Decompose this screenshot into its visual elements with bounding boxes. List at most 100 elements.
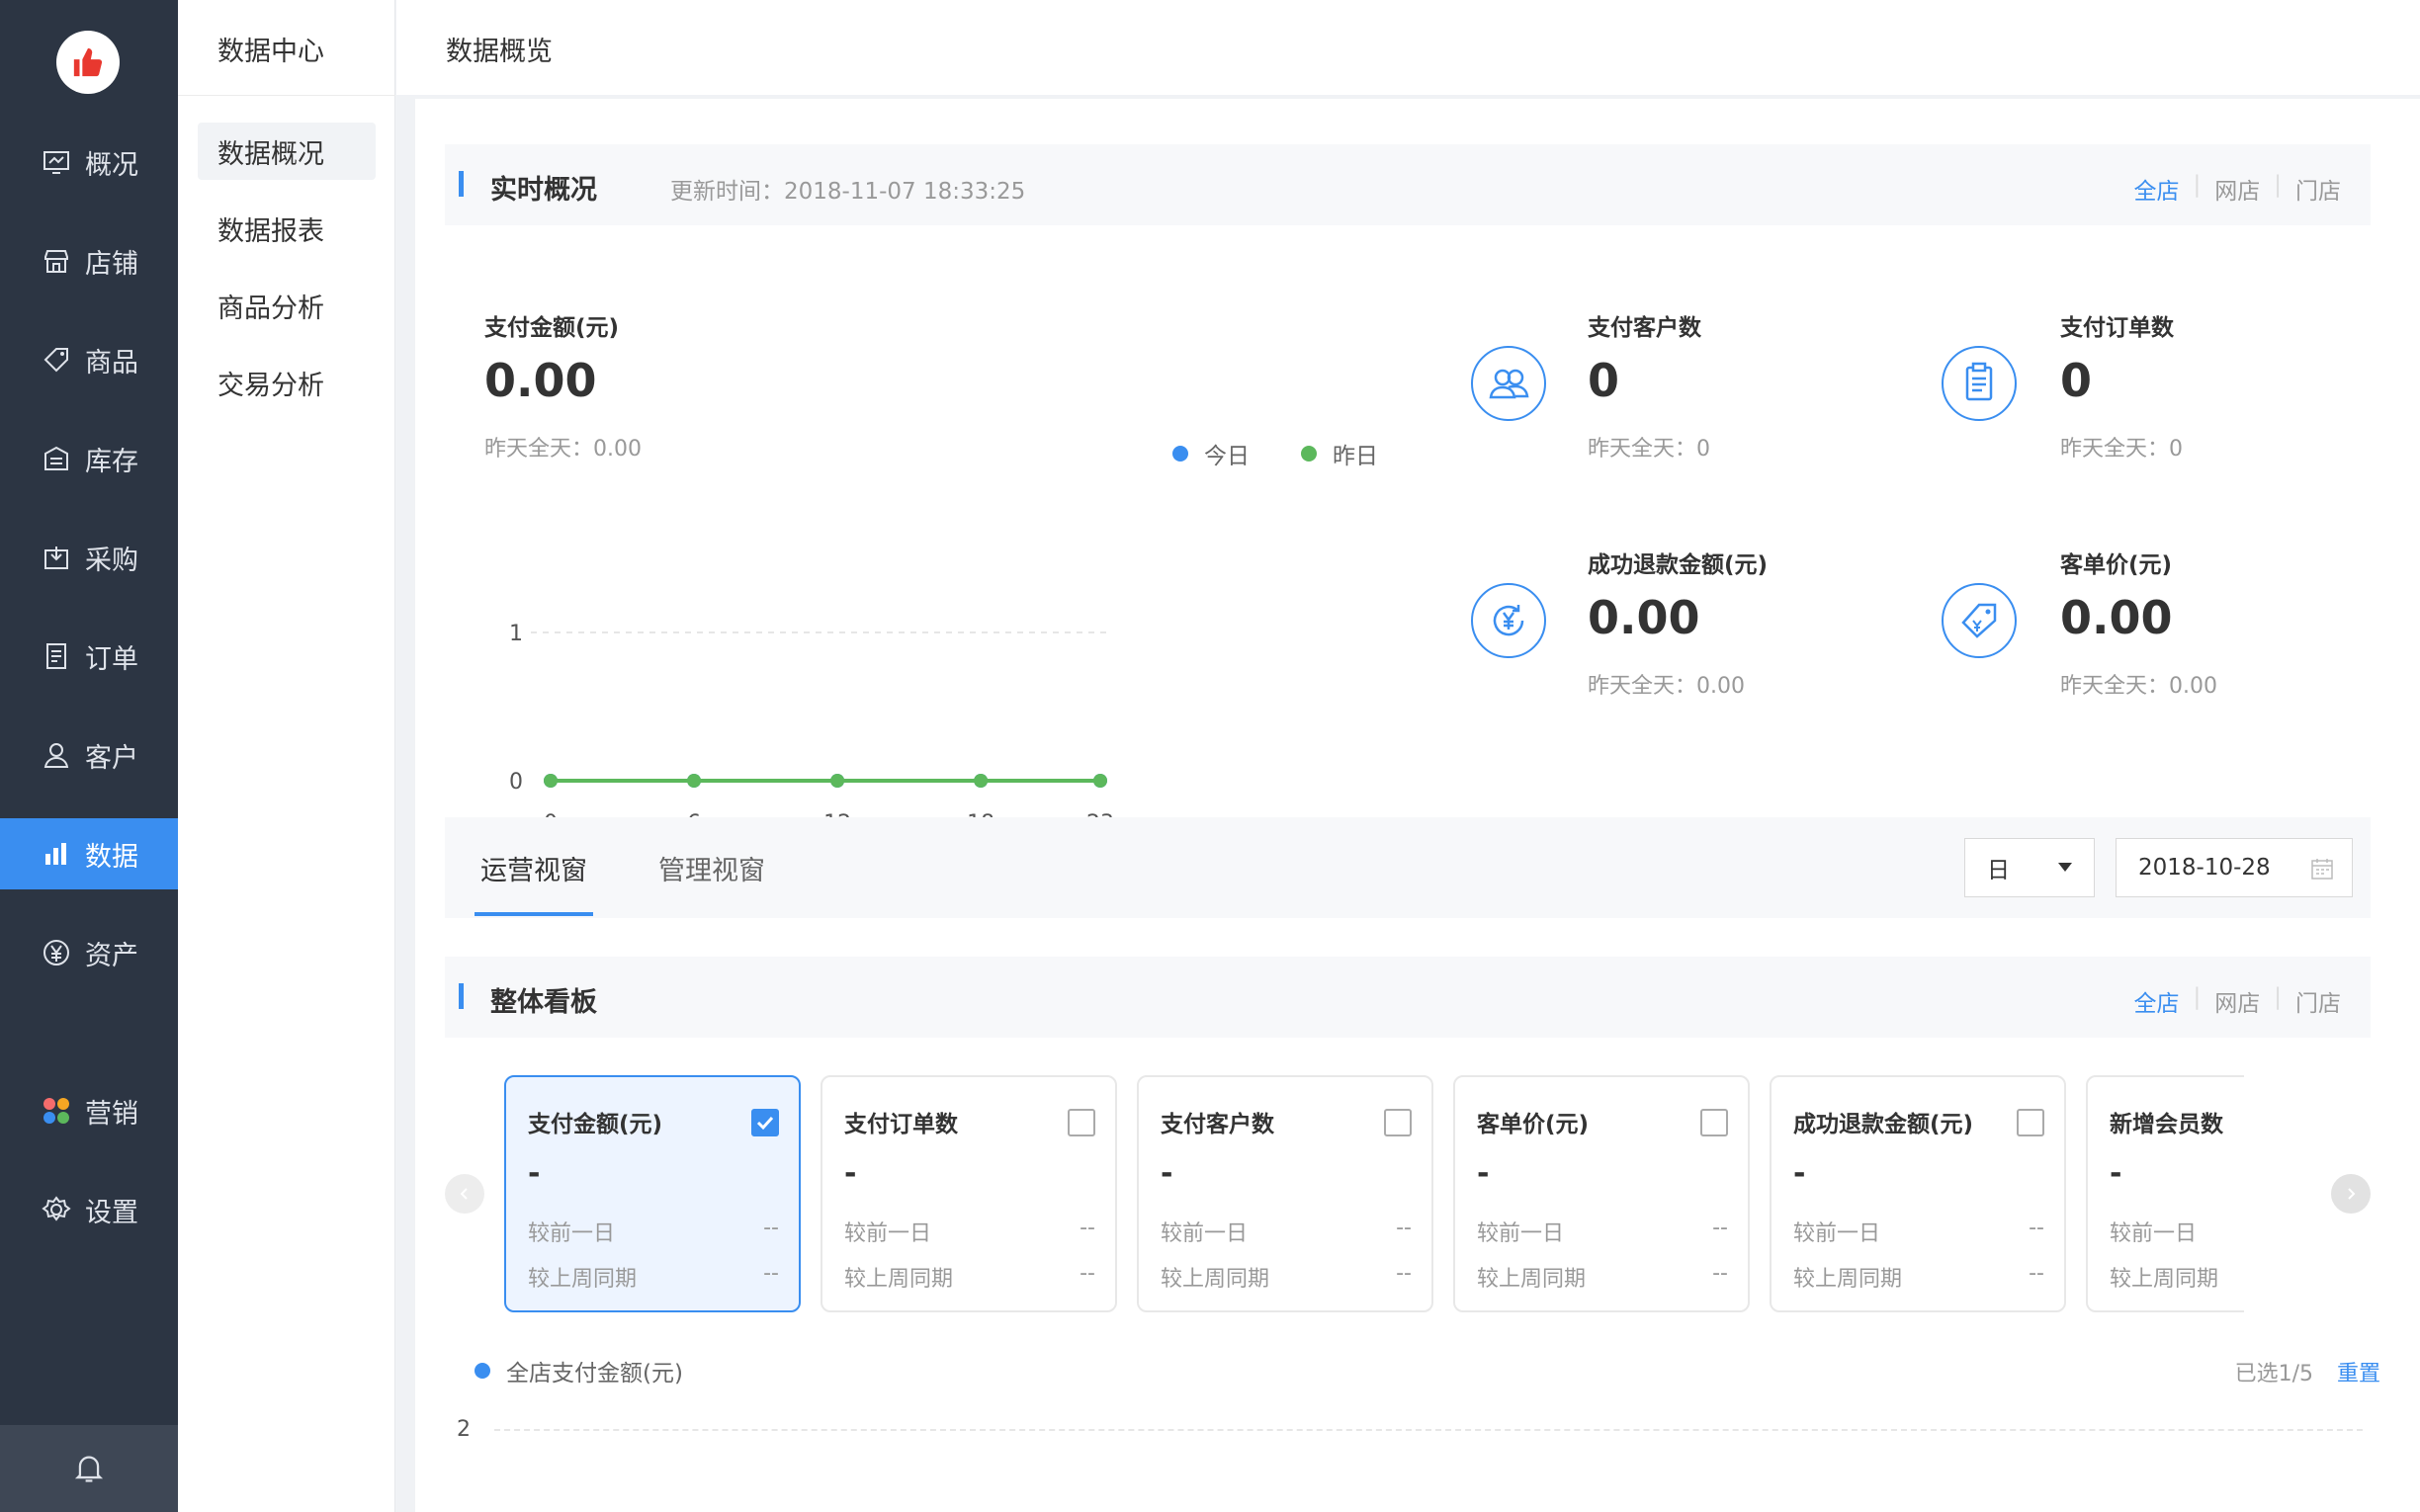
card-compare-label: 较上周同期 xyxy=(2110,1267,2219,1292)
sidebar-item-label: 客户 xyxy=(85,742,138,774)
card-checkbox[interactable] xyxy=(1700,1109,1728,1136)
card-compare-value: -- xyxy=(1396,1216,1412,1240)
metric-card[interactable]: 客单价(元) - 较前一日 -- 较上周同期 -- xyxy=(1453,1075,1750,1312)
dashboard-icon xyxy=(43,151,69,174)
legend-dot xyxy=(475,1363,490,1379)
metric-card[interactable]: 成功退款金额(元) - 较前一日 -- 较上周同期 -- xyxy=(1770,1075,2066,1312)
notification-button[interactable] xyxy=(0,1425,178,1512)
card-label: 客单价(元) xyxy=(1477,1112,1590,1137)
subnav-item-goods-analysis[interactable]: 商品分析 xyxy=(198,277,376,334)
page-title: 数据概览 xyxy=(446,37,553,67)
card-checkbox[interactable] xyxy=(1068,1109,1095,1136)
metric-card[interactable]: 支付客户数 - 较前一日 -- 较上周同期 -- xyxy=(1137,1075,1433,1312)
card-value: - xyxy=(844,1156,857,1191)
metric-card[interactable]: 支付金额(元) - 较前一日 -- 较上周同期 -- xyxy=(504,1075,801,1312)
check-icon xyxy=(756,1116,774,1131)
card-label: 成功退款金额(元) xyxy=(1793,1112,1974,1137)
sidebar-item-data[interactable]: 数据 xyxy=(0,818,178,889)
subnav-item-data-report[interactable]: 数据报表 xyxy=(198,200,376,257)
sidebar-item-assets[interactable]: 资产 xyxy=(0,917,178,988)
sidebar-item-purchase[interactable]: 采购 xyxy=(0,522,178,593)
card-compare-value: -- xyxy=(1080,1261,1095,1286)
selected-count: 已选1/5 xyxy=(2234,1362,2313,1386)
card-compare-label: 较前一日 xyxy=(2110,1221,2198,1246)
marketing-grid-icon xyxy=(43,1098,69,1124)
metric-cards-carousel: 支付金额(元) - 较前一日 -- 较上周同期 -- 支付订单数 - 较前一日 … xyxy=(504,99,2244,1384)
card-checkbox[interactable] xyxy=(2017,1109,2044,1136)
card-checkbox[interactable] xyxy=(751,1109,779,1136)
warehouse-icon xyxy=(44,446,68,470)
gear-icon xyxy=(42,1196,71,1221)
metric-card[interactable]: 支付订单数 - 较前一日 -- 较上周同期 -- xyxy=(821,1075,1117,1312)
subnav-item-data-overview[interactable]: 数据概况 xyxy=(198,123,376,180)
thumbs-up-icon xyxy=(73,47,103,77)
section-accent-bar xyxy=(459,171,464,197)
sidebar-item-label: 数据 xyxy=(85,841,138,873)
card-value: - xyxy=(1477,1156,1490,1191)
subnav-item-trade-analysis[interactable]: 交易分析 xyxy=(198,354,376,411)
sidebar-item-overview[interactable]: 概况 xyxy=(0,126,178,198)
card-value: - xyxy=(1793,1156,1806,1191)
calendar-icon xyxy=(2311,859,2333,880)
sidebar-item-settings[interactable]: 设置 xyxy=(0,1174,178,1245)
order-list-icon xyxy=(46,643,66,669)
sidebar-item-customers[interactable]: 客户 xyxy=(0,719,178,791)
bell-icon xyxy=(74,1456,104,1482)
card-compare-value: -- xyxy=(2029,1261,2044,1286)
board-series-legend: 全店支付金额(元) xyxy=(475,1354,683,1387)
chevron-left-icon xyxy=(460,1188,468,1200)
scope-offline-store[interactable]: 门店 xyxy=(2295,984,2341,1018)
card-compare-label: 较前一日 xyxy=(1161,1221,1249,1246)
sidebar-item-label: 订单 xyxy=(85,643,138,675)
sidebar-item-label: 设置 xyxy=(85,1197,138,1228)
card-value: - xyxy=(1161,1156,1173,1191)
sidebar-item-marketing[interactable]: 营销 xyxy=(0,1075,178,1146)
card-label: 支付订单数 xyxy=(844,1112,958,1137)
sidebar-item-label: 库存 xyxy=(85,446,138,477)
reset-button[interactable]: 重置 xyxy=(2337,1356,2380,1387)
y-tick-label: 2 xyxy=(457,1417,471,1442)
carousel-next-button[interactable] xyxy=(2331,1174,2371,1214)
card-compare-label: 较上周同期 xyxy=(1477,1267,1587,1292)
app-logo[interactable] xyxy=(56,31,120,94)
card-compare-label: 较前一日 xyxy=(844,1221,932,1246)
card-compare-label: 较上周同期 xyxy=(1161,1267,1270,1292)
divider: | xyxy=(2274,984,2282,1010)
card-label: 支付金额(元) xyxy=(528,1112,663,1137)
card-compare-label: 较上周同期 xyxy=(528,1267,638,1292)
card-compare-value: -- xyxy=(1712,1261,1728,1286)
card-compare-value: -- xyxy=(763,1216,779,1240)
sidebar-item-store[interactable]: 店铺 xyxy=(0,225,178,296)
scope-offline-store[interactable]: 门店 xyxy=(2295,172,2341,206)
user-icon xyxy=(43,743,69,768)
section-accent-bar xyxy=(459,983,464,1009)
card-compare-label: 较前一日 xyxy=(1793,1221,1881,1246)
sidebar-item-inventory[interactable]: 库存 xyxy=(0,423,178,494)
card-compare-label: 较前一日 xyxy=(1477,1221,1565,1246)
card-compare-label: 较前一日 xyxy=(528,1221,616,1246)
sidebar-item-label: 店铺 xyxy=(85,248,138,280)
card-compare-value: -- xyxy=(1080,1216,1095,1240)
metric-card[interactable]: 新增会员数 - 较前一日 较上周同期 xyxy=(2086,1075,2244,1312)
card-label: 新增会员数 xyxy=(2110,1112,2223,1137)
card-compare-value: -- xyxy=(1396,1261,1412,1286)
bar-chart-icon xyxy=(45,843,66,865)
card-label: 支付客户数 xyxy=(1161,1112,1274,1137)
tag-icon xyxy=(43,348,68,373)
carousel-prev-button[interactable] xyxy=(445,1174,484,1214)
sidebar-item-label: 资产 xyxy=(85,940,138,971)
card-compare-label: 较上周同期 xyxy=(844,1267,954,1292)
card-compare-label: 较上周同期 xyxy=(1793,1267,1903,1292)
card-checkbox[interactable] xyxy=(1384,1109,1412,1136)
divider: | xyxy=(2274,172,2282,198)
card-compare-value: -- xyxy=(1712,1216,1728,1240)
sidebar-item-label: 采购 xyxy=(85,545,138,576)
card-value: - xyxy=(2110,1156,2122,1191)
card-value: - xyxy=(528,1156,541,1191)
yuan-coin-icon xyxy=(43,940,69,966)
grid-line xyxy=(494,1429,2363,1431)
sidebar-item-goods[interactable]: 商品 xyxy=(0,324,178,395)
sidebar-item-orders[interactable]: 订单 xyxy=(0,621,178,692)
main-content: 实时概况 更新时间：2018-11-07 18:33:25 全店 | 网店 | … xyxy=(415,99,2420,1512)
card-compare-value: -- xyxy=(2029,1216,2044,1240)
